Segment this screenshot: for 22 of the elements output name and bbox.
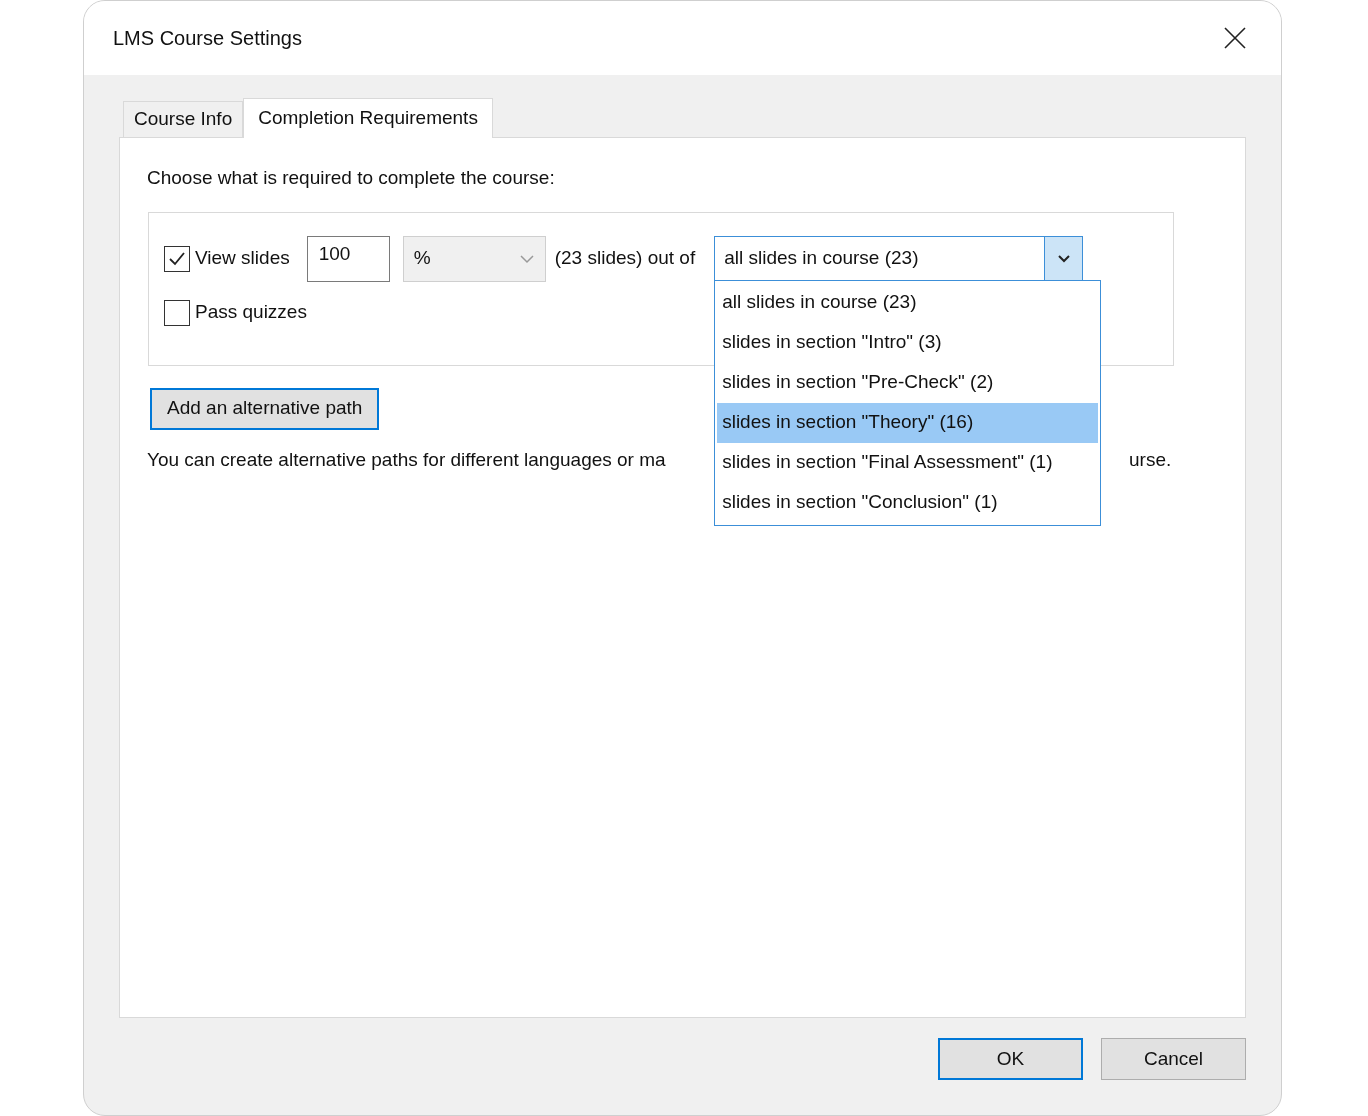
window-title: LMS Course Settings: [113, 26, 302, 51]
dropdown-arrow-button[interactable]: [1044, 236, 1083, 281]
tab[interactable]: Completion Requirements: [243, 98, 493, 138]
add-path-button[interactable]: Add an alternative path: [150, 387, 380, 430]
chevron-down-icon: [518, 253, 535, 264]
checkbox[interactable]: [164, 245, 190, 272]
checkbox[interactable]: [164, 299, 190, 326]
instruction-text: Choose what is required to complete the course:: [147, 166, 556, 190]
amount-field[interactable]: 100: [306, 235, 390, 282]
slide-count-text: (23 slides) out of: [554, 246, 696, 271]
tab[interactable]: Course Info: [123, 101, 244, 137]
scope-dropdown[interactable]: all slides in course (23): [714, 235, 1084, 282]
option-label: Pass quizzes: [195, 300, 307, 325]
chevron-down-icon: [1056, 254, 1071, 263]
option-label: View slides: [195, 246, 290, 271]
unit-dropdown[interactable]: %: [402, 235, 546, 282]
hint-text: urse.: [1129, 447, 1172, 472]
hint-text: You can create alternative paths for different languages or ma: [147, 448, 666, 470]
close-icon[interactable]: [1224, 27, 1246, 49]
dropdown-option[interactable]: slides in section "Theory" (16): [717, 402, 1099, 443]
dialog-button[interactable]: OK: [938, 1038, 1083, 1080]
dialog-button[interactable]: Cancel: [1101, 1038, 1246, 1080]
